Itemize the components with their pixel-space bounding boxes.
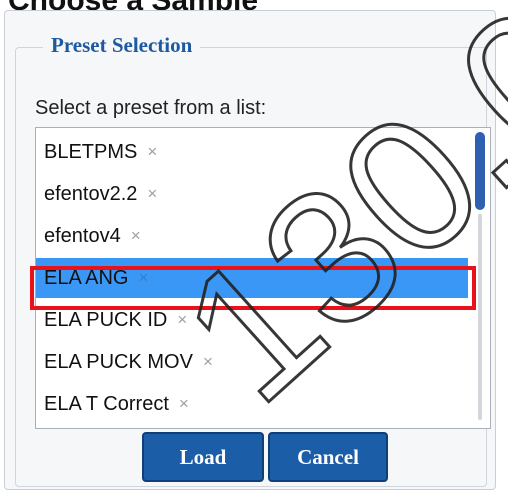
- preset-prompt: Select a preset from a list:: [35, 97, 267, 119]
- preset-listbox[interactable]: BLETPMS × efentov2.2 × efentov4 × ELA AN…: [35, 127, 491, 429]
- list-item-label: ELA ANG: [44, 266, 129, 289]
- list-item-label: ELA PUCK MOV: [44, 350, 193, 373]
- list-item[interactable]: ELA T Correct ×: [36, 384, 468, 424]
- list-item-label: ELA T Correct: [44, 392, 169, 415]
- remove-icon[interactable]: ×: [147, 184, 157, 204]
- remove-icon[interactable]: ×: [131, 226, 141, 246]
- remove-icon[interactable]: ×: [139, 268, 149, 288]
- list-item[interactable]: ELA PUCK MOV ×: [36, 342, 468, 382]
- remove-icon[interactable]: ×: [179, 394, 189, 414]
- list-item-label: efentov4: [44, 224, 121, 247]
- scrollbar-thumb[interactable]: [475, 132, 485, 210]
- load-button[interactable]: Load: [142, 432, 264, 482]
- preset-dialog: Preset Selection Select a preset from a …: [4, 10, 496, 490]
- remove-icon[interactable]: ×: [147, 142, 157, 162]
- list-item-label: ELA PUCK ID: [44, 308, 168, 331]
- fieldset-legend: Preset Selection: [43, 33, 201, 58]
- cancel-button[interactable]: Cancel: [268, 432, 388, 482]
- list-item-selected[interactable]: ELA ANG ×: [36, 258, 468, 298]
- list-item[interactable]: ELA PUCK ID ×: [36, 300, 468, 340]
- remove-icon[interactable]: ×: [177, 310, 187, 330]
- list-item[interactable]: efentov4 ×: [36, 216, 468, 256]
- list-item[interactable]: BLETPMS ×: [36, 132, 468, 172]
- listbox-scrollbar[interactable]: [473, 132, 487, 424]
- list-item[interactable]: efentov2.2 ×: [36, 174, 468, 214]
- list-item-label: BLETPMS: [44, 140, 138, 163]
- scrollbar-track[interactable]: [478, 214, 482, 420]
- list-item-label: efentov2.2: [44, 182, 138, 205]
- remove-icon[interactable]: ×: [203, 352, 213, 372]
